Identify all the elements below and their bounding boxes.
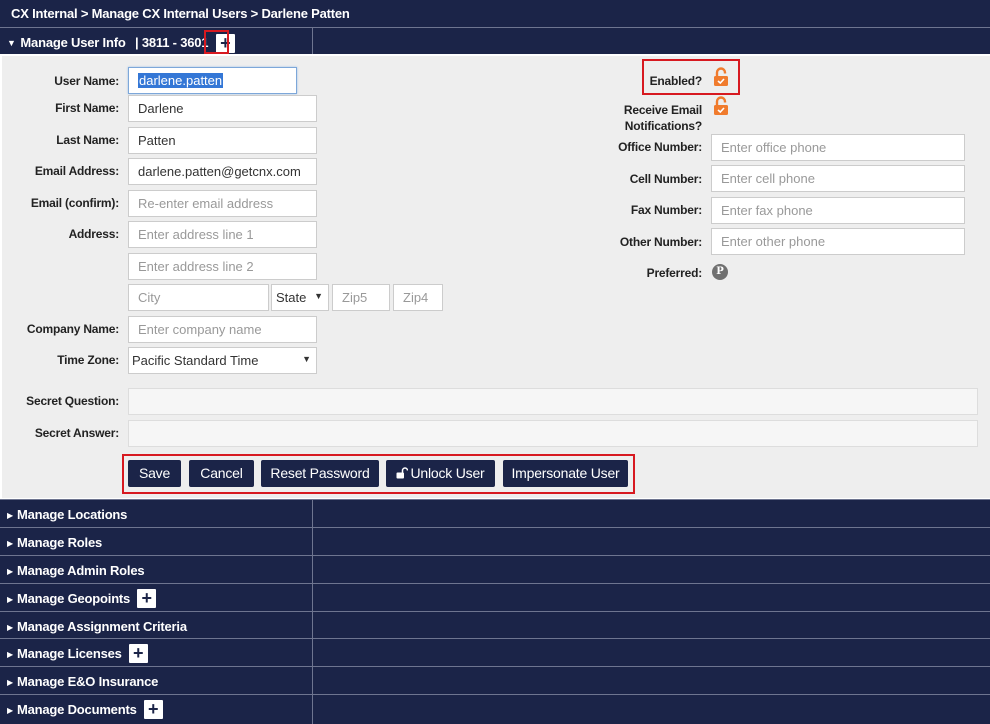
dropdown-arrow-icon: ▼ (302, 354, 311, 364)
save-button[interactable]: Save (128, 460, 181, 487)
last-name-input[interactable] (128, 127, 317, 154)
state-select[interactable]: State ▼ (271, 284, 329, 311)
section-title: Manage Locations (17, 507, 128, 522)
preferred-label: Preferred: (646, 266, 703, 280)
zip4-input[interactable] (393, 284, 443, 311)
triangle-right-icon: ▶ (7, 678, 13, 687)
triangle-right-icon: ▶ (7, 511, 13, 520)
section-divider (312, 667, 313, 694)
other-number-input[interactable] (711, 228, 965, 255)
time-zone-select[interactable]: Pacific Standard Time ▼ (128, 347, 317, 374)
section-manage-user-info[interactable]: ▼ Manage User Info | 3811 - 3601 + (0, 27, 990, 54)
secret-question-field[interactable] (128, 388, 978, 415)
section-bar[interactable]: ▶ Manage Roles (0, 527, 990, 555)
email-confirm-label: Email (confirm): (30, 196, 119, 210)
section-bar[interactable]: ▶ Manage Admin Roles (0, 555, 990, 583)
email-confirm-input[interactable] (128, 190, 317, 217)
triangle-right-icon: ▶ (7, 567, 13, 576)
triangle-right-icon: ▶ (7, 539, 13, 548)
section-title: Manage Documents (17, 702, 137, 717)
time-zone-value: Pacific Standard Time (132, 353, 259, 368)
address-line2-input[interactable] (128, 253, 317, 280)
office-number-label: Office Number: (618, 140, 702, 154)
add-plus-icon[interactable]: + (137, 588, 157, 608)
triangle-right-icon: ▶ (7, 650, 13, 659)
breadcrumb-text: CX Internal > Manage CX Internal Users >… (11, 6, 350, 21)
company-name-label: Company Name: (26, 322, 119, 336)
add-plus-icon[interactable]: + (128, 643, 148, 663)
email-input[interactable] (128, 158, 317, 185)
section-title: Manage Geopoints (17, 591, 131, 606)
city-input[interactable] (128, 284, 269, 311)
receive-email-label: Receive Email Notifications? (580, 102, 702, 134)
address-line1-input[interactable] (128, 221, 317, 248)
section-divider (312, 612, 313, 638)
add-plus-icon[interactable]: + (143, 699, 163, 719)
triangle-right-icon: ▶ (7, 623, 13, 632)
section-bar[interactable]: ▶ Manage Geopoints + (0, 583, 990, 611)
section-title: Manage Licenses (17, 646, 122, 661)
section-divider (312, 695, 313, 724)
section-divider (312, 556, 313, 583)
section-bar[interactable]: ▶ Manage E&O Insurance (0, 666, 990, 694)
secret-question-label: Secret Question: (26, 394, 119, 408)
address-label: Address: (68, 227, 120, 241)
triangle-down-icon: ▼ (7, 37, 16, 48)
enabled-unlocked-lock-icon[interactable] (711, 67, 731, 87)
state-value: State (276, 290, 307, 305)
add-user-info-plus-icon[interactable]: + (215, 34, 235, 53)
fax-number-input[interactable] (711, 197, 965, 224)
section-bar[interactable]: ▶ Manage Licenses + (0, 638, 990, 666)
receive-email-label-line2: Notifications? (624, 119, 702, 133)
dropdown-arrow-icon: ▼ (314, 291, 323, 301)
section-title: Manage Admin Roles (17, 563, 145, 578)
section-bar[interactable]: ▶ Manage Assignment Criteria (0, 611, 990, 638)
receive-email-unlocked-lock-icon[interactable] (711, 96, 731, 116)
email-label: Email Address: (34, 164, 119, 178)
user-name-value: darlene.patten (138, 73, 224, 88)
first-name-label: First Name: (55, 101, 119, 115)
section-title: Manage Assignment Criteria (17, 619, 187, 634)
section-divider (312, 500, 313, 527)
user-name-label: User Name: (54, 74, 119, 88)
triangle-right-icon: ▶ (7, 595, 13, 604)
secret-answer-field[interactable] (128, 420, 978, 447)
section-divider (312, 584, 313, 611)
impersonate-user-button[interactable]: Impersonate User (503, 460, 628, 487)
breadcrumb: CX Internal > Manage CX Internal Users >… (0, 0, 990, 27)
unlock-icon (396, 467, 409, 479)
other-number-label: Other Number: (619, 235, 702, 249)
section-title: Manage Roles (17, 535, 103, 550)
first-name-input[interactable] (128, 95, 317, 122)
fax-number-label: Fax Number: (630, 203, 702, 217)
time-zone-label: Time Zone: (57, 353, 119, 367)
secret-answer-label: Secret Answer: (34, 426, 119, 440)
section-bar[interactable]: ▶ Manage Locations (0, 499, 990, 527)
unlock-user-label: Unlock User (410, 465, 485, 481)
section-title: Manage E&O Insurance (17, 674, 159, 689)
section-title: Manage User Info (20, 34, 126, 50)
cancel-button[interactable]: Cancel (189, 460, 254, 487)
id-range: | 3811 - 3601 (135, 34, 209, 50)
last-name-label: Last Name: (56, 133, 119, 147)
section-divider (312, 639, 313, 666)
header-divider (312, 28, 313, 54)
section-divider (312, 528, 313, 555)
receive-email-label-line1: Receive Email (623, 103, 702, 117)
reset-password-button[interactable]: Reset Password (261, 460, 379, 487)
triangle-right-icon: ▶ (7, 706, 13, 715)
office-number-input[interactable] (711, 134, 965, 161)
enabled-label: Enabled? (649, 74, 703, 88)
unlock-user-button[interactable]: Unlock User (386, 460, 495, 487)
zip5-input[interactable] (332, 284, 390, 311)
user-name-input[interactable]: darlene.patten (128, 67, 297, 94)
preferred-p-icon[interactable]: P (712, 264, 728, 280)
section-bar[interactable]: ▶ Manage Documents + (0, 694, 990, 724)
cell-number-label: Cell Number: (629, 172, 702, 186)
company-name-input[interactable] (128, 316, 317, 343)
cell-number-input[interactable] (711, 165, 965, 192)
